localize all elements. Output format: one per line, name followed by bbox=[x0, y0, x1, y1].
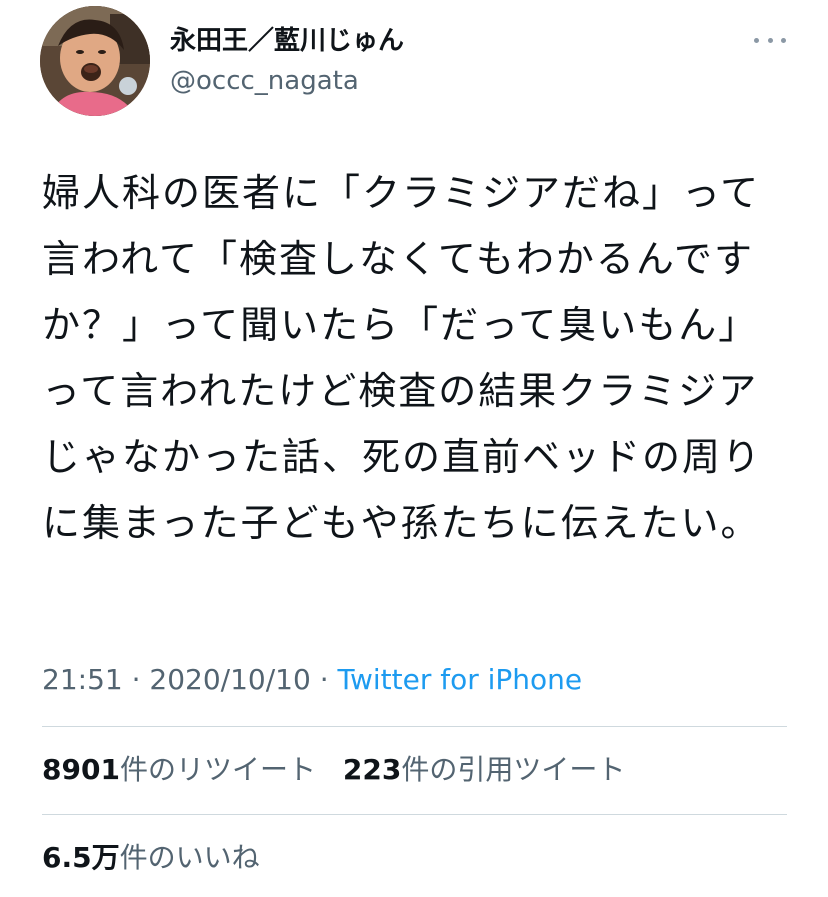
likes-label: 件のいいね bbox=[119, 841, 260, 874]
meta-separator: · bbox=[122, 663, 150, 696]
likes-stat[interactable]: 6.5万件のいいね bbox=[42, 841, 260, 874]
divider bbox=[42, 814, 787, 815]
engagement-stats: 8901件のリツイート 223件の引用ツイート bbox=[42, 750, 643, 790]
likes-stats: 6.5万件のいいね bbox=[42, 838, 278, 878]
divider bbox=[42, 726, 787, 727]
tweet-metadata: 21:51 · 2020/10/10 · Twitter for iPhone bbox=[42, 660, 582, 700]
likes-count: 6.5万 bbox=[42, 841, 120, 874]
tweet-date[interactable]: 2020/10/10 bbox=[149, 663, 310, 696]
avatar-photo-icon bbox=[40, 6, 150, 116]
quotes-label: 件の引用ツイート bbox=[401, 753, 626, 786]
quotes-count: 223 bbox=[342, 753, 402, 786]
retweets-stat[interactable]: 8901件のリツイート bbox=[42, 753, 316, 786]
dot-icon bbox=[754, 37, 759, 43]
tweet-text: 婦人科の医者に「クラミジアだね」って言われて「検査しなくてもわかるんですか？」っ… bbox=[42, 171, 763, 545]
avatar[interactable] bbox=[40, 6, 150, 116]
tweet-detail: 永田王／藍川じゅん @occc_nagata 婦人科の医者に「クラミジアだね」っ… bbox=[0, 0, 828, 897]
author-handle[interactable]: @occc_nagata bbox=[170, 64, 359, 98]
quotes-stat[interactable]: 223件の引用ツイート bbox=[343, 753, 625, 786]
author-display-name[interactable]: 永田王／藍川じゅん bbox=[170, 24, 404, 58]
dot-icon bbox=[781, 37, 786, 43]
retweets-count: 8901 bbox=[42, 753, 120, 786]
meta-separator: · bbox=[310, 663, 338, 696]
tweet-time[interactable]: 21:51 bbox=[42, 663, 123, 696]
retweets-label: 件のリツイート bbox=[119, 753, 316, 786]
dot-icon bbox=[767, 37, 773, 43]
tweet-source-link[interactable]: Twitter for iPhone bbox=[338, 663, 583, 696]
more-options-icon[interactable] bbox=[748, 28, 792, 52]
